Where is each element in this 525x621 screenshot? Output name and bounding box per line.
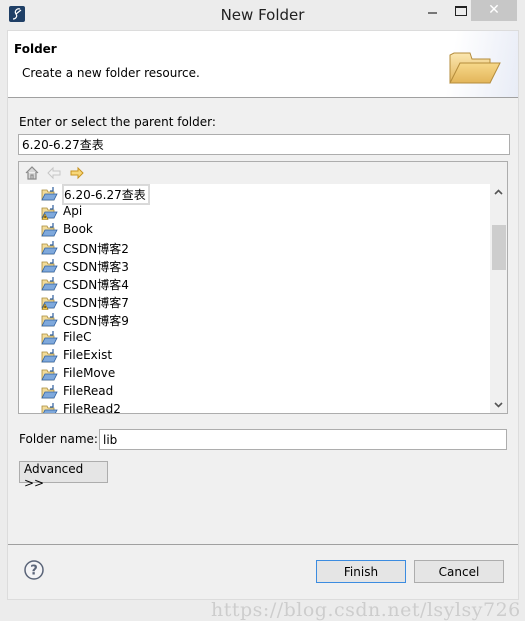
title-bar: New Folder ✕ (0, 0, 525, 31)
tree-item[interactable]: FileC (19, 329, 479, 347)
minimize-icon (428, 12, 437, 14)
tree-item-label: CSDN博客2 (63, 242, 129, 256)
tree-item[interactable]: CSDN博客9 (19, 311, 479, 329)
project-folder-icon (41, 366, 58, 382)
project-folder-icon (41, 330, 58, 346)
wizard-description: Create a new folder resource. (22, 66, 200, 80)
folder-warning-icon (41, 204, 58, 220)
tree-item[interactable]: Api (19, 203, 479, 221)
watermark: https://blog.csdn.net/lsylsy726 (211, 599, 521, 621)
folder-name-label: Folder name: (19, 432, 98, 446)
svg-text:?: ? (30, 564, 38, 579)
close-button[interactable]: ✕ (471, 0, 517, 21)
project-folder-icon (41, 348, 58, 364)
project-folder-icon (41, 276, 58, 292)
tree-item-label: FileC (63, 330, 92, 344)
tree-item-label: FileRead (63, 384, 114, 398)
tree-item[interactable]: FileRead (19, 383, 479, 401)
folder-list[interactable]: 6.20-6.27查表 Api Book CSDN博客2 CSDN博客3 CSDN博客4 C… (19, 184, 490, 413)
tree-item-label: FileRead2 (63, 402, 121, 413)
tree-item-label: CSDN博客4 (63, 278, 129, 292)
tree-item-label: 6.20-6.27查表 (62, 184, 150, 205)
tree-item[interactable]: CSDN博客2 (19, 239, 479, 257)
tree-item[interactable]: FileExist (19, 347, 479, 365)
cancel-button[interactable]: Cancel (414, 560, 504, 583)
scroll-thumb[interactable] (492, 225, 506, 270)
parent-folder-label: Enter or select the parent folder: (19, 115, 216, 129)
help-icon[interactable]: ? (24, 560, 44, 580)
project-folder-icon (41, 186, 58, 202)
chevron-up-icon (494, 189, 503, 195)
project-folder-icon (41, 312, 58, 328)
back-arrow-icon[interactable] (46, 165, 62, 181)
vertical-scrollbar[interactable] (490, 184, 507, 413)
project-folder-icon (41, 258, 58, 274)
advanced-button[interactable]: Advanced >> (19, 461, 108, 490)
project-folder-icon (41, 384, 58, 400)
parent-folder-input[interactable] (18, 134, 510, 155)
project-folder-icon (41, 402, 58, 413)
tree-item[interactable]: CSDN博客4 (19, 275, 479, 293)
scroll-up-button[interactable] (490, 184, 507, 201)
folder-name-input[interactable] (99, 429, 507, 450)
forward-arrow-icon[interactable] (69, 165, 85, 181)
dialog-client: Folder Create a new folder resource. Ent… (7, 30, 520, 621)
tree-item-label: CSDN博客9 (63, 314, 129, 328)
tree-item[interactable]: Book (19, 221, 479, 239)
tree-item-label: CSDN博客3 (63, 260, 129, 274)
home-icon[interactable] (24, 165, 40, 181)
wizard-header: Folder Create a new folder resource. (8, 31, 518, 98)
minimize-button[interactable] (420, 0, 450, 24)
tree-item[interactable]: FileRead2 (19, 401, 479, 413)
tree-item-label: FileMove (63, 366, 116, 380)
scroll-down-button[interactable] (490, 396, 507, 413)
tree-item-label: Book (63, 222, 93, 236)
project-folder-icon (41, 222, 58, 238)
finish-button[interactable]: Finish (316, 560, 406, 583)
tree-item[interactable]: 6.20-6.27查表 (19, 184, 479, 205)
folder-warning-icon (41, 294, 58, 310)
tree-toolbar (19, 162, 507, 184)
maximize-icon (455, 6, 467, 16)
tree-item-label: CSDN博客7 (63, 296, 129, 310)
chevron-down-icon (494, 402, 503, 408)
wizard-title: Folder (14, 42, 57, 56)
tree-item-label: FileExist (63, 348, 113, 362)
tree-item[interactable]: FileMove (19, 365, 479, 383)
tree-item-label: Api (63, 204, 83, 218)
folder-tree: 6.20-6.27查表 Api Book CSDN博客2 CSDN博客3 CSDN博客4 C… (18, 161, 508, 414)
tree-item[interactable]: CSDN博客7 (19, 293, 479, 311)
tree-item[interactable]: CSDN博客3 (19, 257, 479, 275)
button-bar-separator (8, 544, 518, 545)
project-folder-icon (41, 240, 58, 256)
close-icon: ✕ (488, 2, 500, 18)
open-folder-icon (446, 45, 502, 89)
